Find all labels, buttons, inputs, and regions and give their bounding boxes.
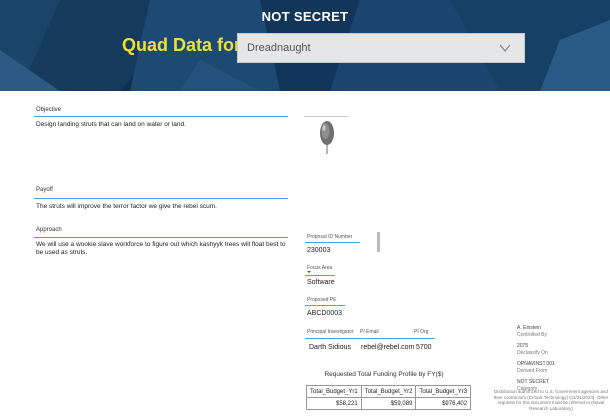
pi-org-label: PI Org: [414, 329, 429, 335]
funding-value-cell: $58,221: [306, 397, 362, 410]
payoff-divider: [34, 198, 288, 199]
funding-header-row: Total_Budget_Yr1 Total_Budget_Yr2 Total_…: [306, 385, 472, 398]
category-value: NOT SECRET: [517, 379, 550, 385]
pi-divider: [305, 338, 435, 339]
pi-label: Principal Investigator: [307, 329, 354, 335]
pi-org-value: 5700: [416, 344, 432, 351]
declassify-value: 2075: [517, 343, 529, 349]
focus-area-indicator-icon: [307, 271, 311, 273]
approach-divider: [34, 237, 288, 238]
proposed-pe-label: Proposed PE: [307, 297, 337, 303]
funding-value-cell: $976,402: [415, 397, 472, 410]
classification-banner-text: NOT SECRET: [261, 9, 349, 24]
proposal-id-label: Proposal ID Number: [307, 234, 353, 240]
classification-info: A. Einstein Controlled By 2075 Declassif…: [517, 325, 555, 392]
image-divider: [304, 116, 348, 117]
payoff-text: The struts will improve the terror facto…: [36, 203, 217, 210]
focus-area-divider: [305, 275, 335, 276]
approach-label: Approach: [36, 227, 62, 233]
funding-title: Requested Total Funding Profile by FY($): [324, 371, 444, 378]
funding-value-row: $58,221 $59,089 $976,402: [306, 397, 472, 410]
pi-email-label: PI Email: [360, 329, 379, 335]
proposed-pe-value: ABCD0003: [307, 310, 343, 317]
scrollbar[interactable]: [377, 232, 380, 252]
objective-label: Objective: [36, 107, 62, 113]
proposed-pe-divider: [305, 305, 345, 306]
pi-email-value: rebel@rebel.com: [361, 344, 415, 351]
funding-header-cell: Total_Budget_Yr1: [306, 385, 362, 398]
project-select-value: Dreadnaught: [247, 42, 311, 54]
funding-header-cell: Total_Budget_Yr3: [415, 385, 472, 398]
approach-text: We will use a wookie slave workforce to …: [36, 241, 286, 256]
pi-value: Darth Sidious: [309, 344, 352, 351]
proposal-id-value: 230003: [307, 247, 331, 254]
funding-header-cell: Total_Budget_Yr2: [360, 385, 417, 398]
quad-data-label: Quad Data for:: [122, 35, 248, 55]
project-select-dropdown[interactable]: Dreadnaught: [237, 33, 525, 63]
objective-text: Design landing struts that can land on w…: [36, 121, 186, 128]
derived-from-value: OPNAVINST.001: [517, 361, 555, 367]
controlled-by-value: A. Einstein: [517, 325, 541, 331]
landing-strut-image: [320, 121, 334, 154]
focus-area-value: Software: [307, 279, 335, 286]
proposal-id-divider: [305, 242, 360, 243]
payoff-label: Payoff: [36, 187, 53, 193]
funding-value-cell: $59,089: [360, 397, 417, 410]
chevron-down-icon: [499, 44, 511, 52]
distribution-statement: Distribution authorized to U.S. Governme…: [493, 389, 609, 411]
objective-divider: [34, 116, 288, 117]
header-banner: NOT SECRET Quad Data for: Dreadnaught: [0, 0, 610, 91]
funding-table: Total_Budget_Yr1 Total_Budget_Yr2 Total_…: [306, 385, 472, 410]
